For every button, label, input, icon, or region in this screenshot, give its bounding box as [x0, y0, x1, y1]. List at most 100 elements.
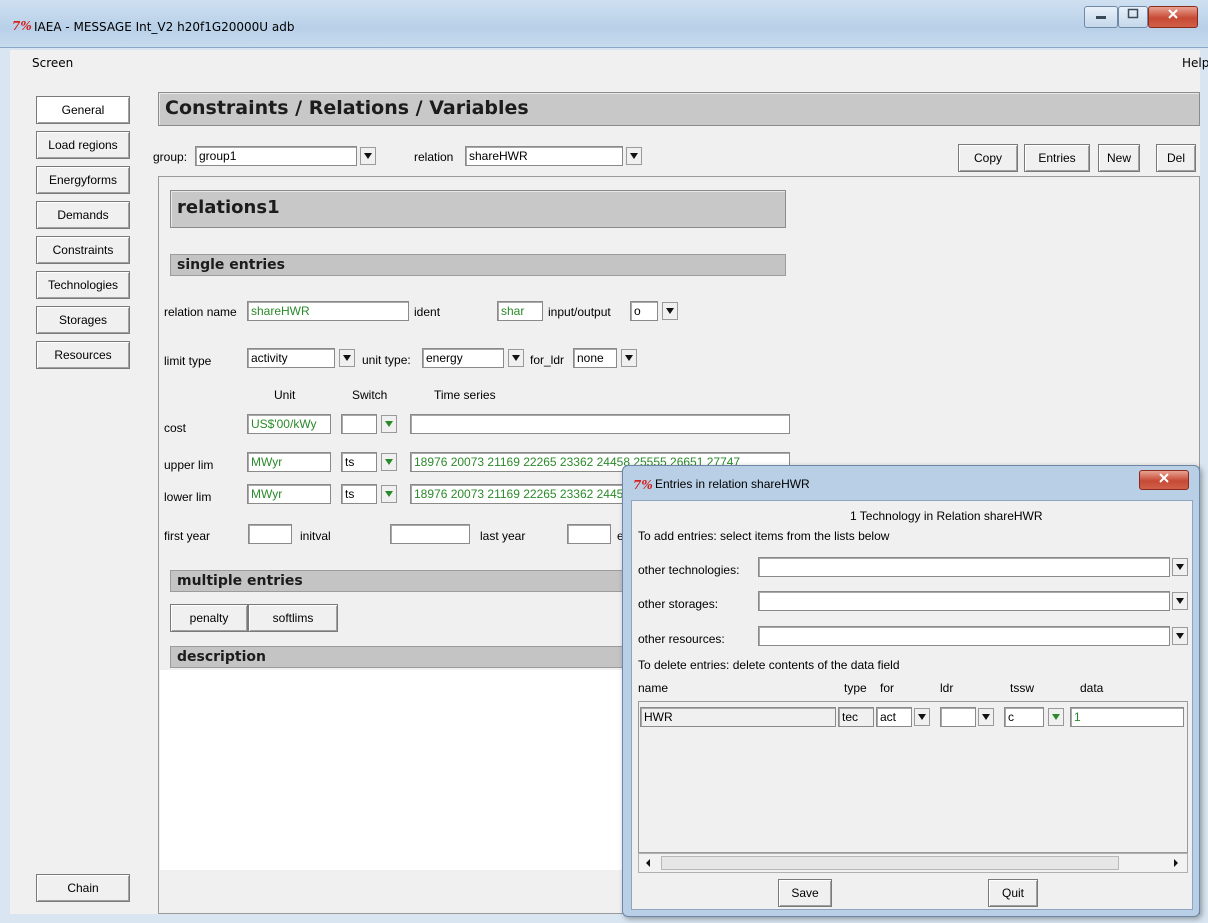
- sidebar-item-general[interactable]: General: [36, 96, 130, 124]
- entries-button[interactable]: Entries: [1024, 144, 1090, 172]
- initval-input[interactable]: [390, 524, 470, 544]
- group-dropdown-icon[interactable]: [360, 147, 376, 165]
- col-ldr-header: ldr: [940, 681, 954, 695]
- upper-lim-unit-input[interactable]: MWyr: [247, 452, 331, 472]
- delete-entries-hint: To delete entries: delete contents of th…: [638, 658, 900, 672]
- lower-lim-switch-select[interactable]: ts: [341, 484, 377, 504]
- softlims-tab[interactable]: softlims: [248, 604, 338, 632]
- arrow-left-icon: [646, 859, 650, 867]
- page-title: Constraints / Relations / Variables: [158, 92, 1200, 126]
- limit-type-label: limit type: [164, 354, 212, 368]
- other-technologies-dropdown-icon[interactable]: [1172, 558, 1188, 576]
- limit-type-select[interactable]: activity: [247, 348, 335, 368]
- group-select[interactable]: group1: [195, 146, 357, 166]
- sidebar-item-load-regions[interactable]: Load regions: [36, 131, 130, 159]
- penalty-tab[interactable]: penalty: [170, 604, 248, 632]
- cost-unit-input[interactable]: US$'00/kWy: [247, 414, 331, 434]
- chevron-down-icon: [630, 153, 638, 159]
- unit-type-select[interactable]: energy: [422, 348, 504, 368]
- relation-select[interactable]: shareHWR: [465, 146, 623, 166]
- add-entries-hint: To add entries: select items from the li…: [638, 529, 890, 543]
- input-output-dropdown-icon[interactable]: [662, 302, 678, 320]
- other-storages-dropdown-icon[interactable]: [1172, 592, 1188, 610]
- dialog-title: Entries in relation shareHWR: [655, 477, 810, 491]
- upper-lim-switch-dropdown-icon[interactable]: [381, 453, 397, 471]
- entry-ldr-dropdown-icon[interactable]: [978, 708, 994, 726]
- for-ldr-dropdown-icon[interactable]: [621, 349, 637, 367]
- upper-lim-label: upper lim: [164, 458, 214, 472]
- entry-tssw-dropdown-icon[interactable]: [1048, 708, 1064, 726]
- maximize-icon[interactable]: [1118, 6, 1148, 28]
- last-year-label: last year: [480, 529, 526, 543]
- unit-type-label: unit type:: [362, 353, 411, 367]
- chevron-down-icon: [1176, 633, 1184, 639]
- relation-name-input[interactable]: shareHWR: [247, 301, 409, 321]
- relation-dropdown-icon[interactable]: [626, 147, 642, 165]
- first-year-label: first year: [164, 529, 211, 543]
- input-output-select[interactable]: o: [630, 301, 658, 321]
- sidebar-item-technologies[interactable]: Technologies: [36, 271, 130, 299]
- save-button[interactable]: Save: [778, 879, 832, 907]
- lower-lim-switch-dropdown-icon[interactable]: [381, 485, 397, 503]
- entry-name-cell: HWR: [640, 707, 836, 727]
- lower-lim-unit-input[interactable]: MWyr: [247, 484, 331, 504]
- chevron-down-icon: [385, 459, 393, 465]
- first-year-input[interactable]: [248, 524, 292, 544]
- tk-logo-icon: 7%: [12, 19, 32, 33]
- sidebar-item-constraints[interactable]: Constraints: [36, 236, 130, 264]
- other-technologies-select[interactable]: [758, 557, 1170, 577]
- minimize-icon[interactable]: [1084, 6, 1118, 28]
- entry-tssw-select[interactable]: c: [1004, 707, 1044, 727]
- other-storages-label: other storages:: [638, 597, 719, 611]
- close-icon[interactable]: [1148, 6, 1198, 28]
- unit-type-dropdown-icon[interactable]: [508, 349, 524, 367]
- other-resources-dropdown-icon[interactable]: [1172, 627, 1188, 645]
- ident-input[interactable]: shar: [497, 301, 543, 321]
- sidebar-item-storages[interactable]: Storages: [36, 306, 130, 334]
- menu-screen[interactable]: Screen: [32, 56, 73, 70]
- other-resources-label: other resources:: [638, 632, 725, 646]
- cost-timeseries-input[interactable]: [410, 414, 790, 434]
- input-output-label: input/output: [548, 305, 611, 319]
- entry-ldr-select[interactable]: [940, 707, 976, 727]
- chain-button[interactable]: Chain: [36, 874, 130, 902]
- chevron-down-icon: [1176, 564, 1184, 570]
- sidebar-item-demands[interactable]: Demands: [36, 201, 130, 229]
- for-ldr-select[interactable]: none: [573, 348, 617, 368]
- entry-for-dropdown-icon[interactable]: [914, 708, 930, 726]
- col-for-header: for: [880, 681, 895, 695]
- col-timeseries-header: Time series: [434, 388, 496, 402]
- horizontal-scrollbar[interactable]: [638, 853, 1188, 873]
- upper-lim-switch-select[interactable]: ts: [341, 452, 377, 472]
- col-tssw-header: tssw: [1010, 681, 1034, 695]
- chevron-down-icon: [385, 421, 393, 427]
- menu-help[interactable]: Help: [1182, 56, 1208, 70]
- scroll-left-icon[interactable]: [641, 857, 655, 869]
- single-entries-header: single entries: [170, 254, 786, 276]
- sidebar-item-energyforms[interactable]: Energyforms: [36, 166, 130, 194]
- description-textarea[interactable]: [160, 670, 630, 870]
- cost-switch-select[interactable]: [341, 414, 377, 434]
- entry-for-select[interactable]: act: [876, 707, 912, 727]
- dialog-close-icon[interactable]: [1139, 470, 1189, 490]
- other-storages-select[interactable]: [758, 591, 1170, 611]
- new-button[interactable]: New: [1098, 144, 1140, 172]
- del-button[interactable]: Del: [1156, 144, 1196, 172]
- copy-button[interactable]: Copy: [958, 144, 1018, 172]
- other-resources-select[interactable]: [758, 626, 1170, 646]
- chevron-down-icon: [666, 308, 674, 314]
- group-label: group:: [153, 150, 188, 164]
- menubar: Screen Help: [10, 50, 1208, 76]
- quit-button[interactable]: Quit: [988, 879, 1038, 907]
- sidebar-item-resources[interactable]: Resources: [36, 341, 130, 369]
- cost-switch-dropdown-icon[interactable]: [381, 415, 397, 433]
- entry-data-input[interactable]: 1: [1070, 707, 1184, 727]
- scroll-thumb[interactable]: [661, 856, 1119, 870]
- chevron-down-icon: [512, 355, 520, 361]
- last-year-input[interactable]: [567, 524, 611, 544]
- scroll-right-icon[interactable]: [1169, 857, 1183, 869]
- arrow-right-icon: [1174, 859, 1178, 867]
- for-ldr-label: for_ldr: [530, 353, 565, 367]
- limit-type-dropdown-icon[interactable]: [339, 349, 355, 367]
- cost-label: cost: [164, 421, 187, 435]
